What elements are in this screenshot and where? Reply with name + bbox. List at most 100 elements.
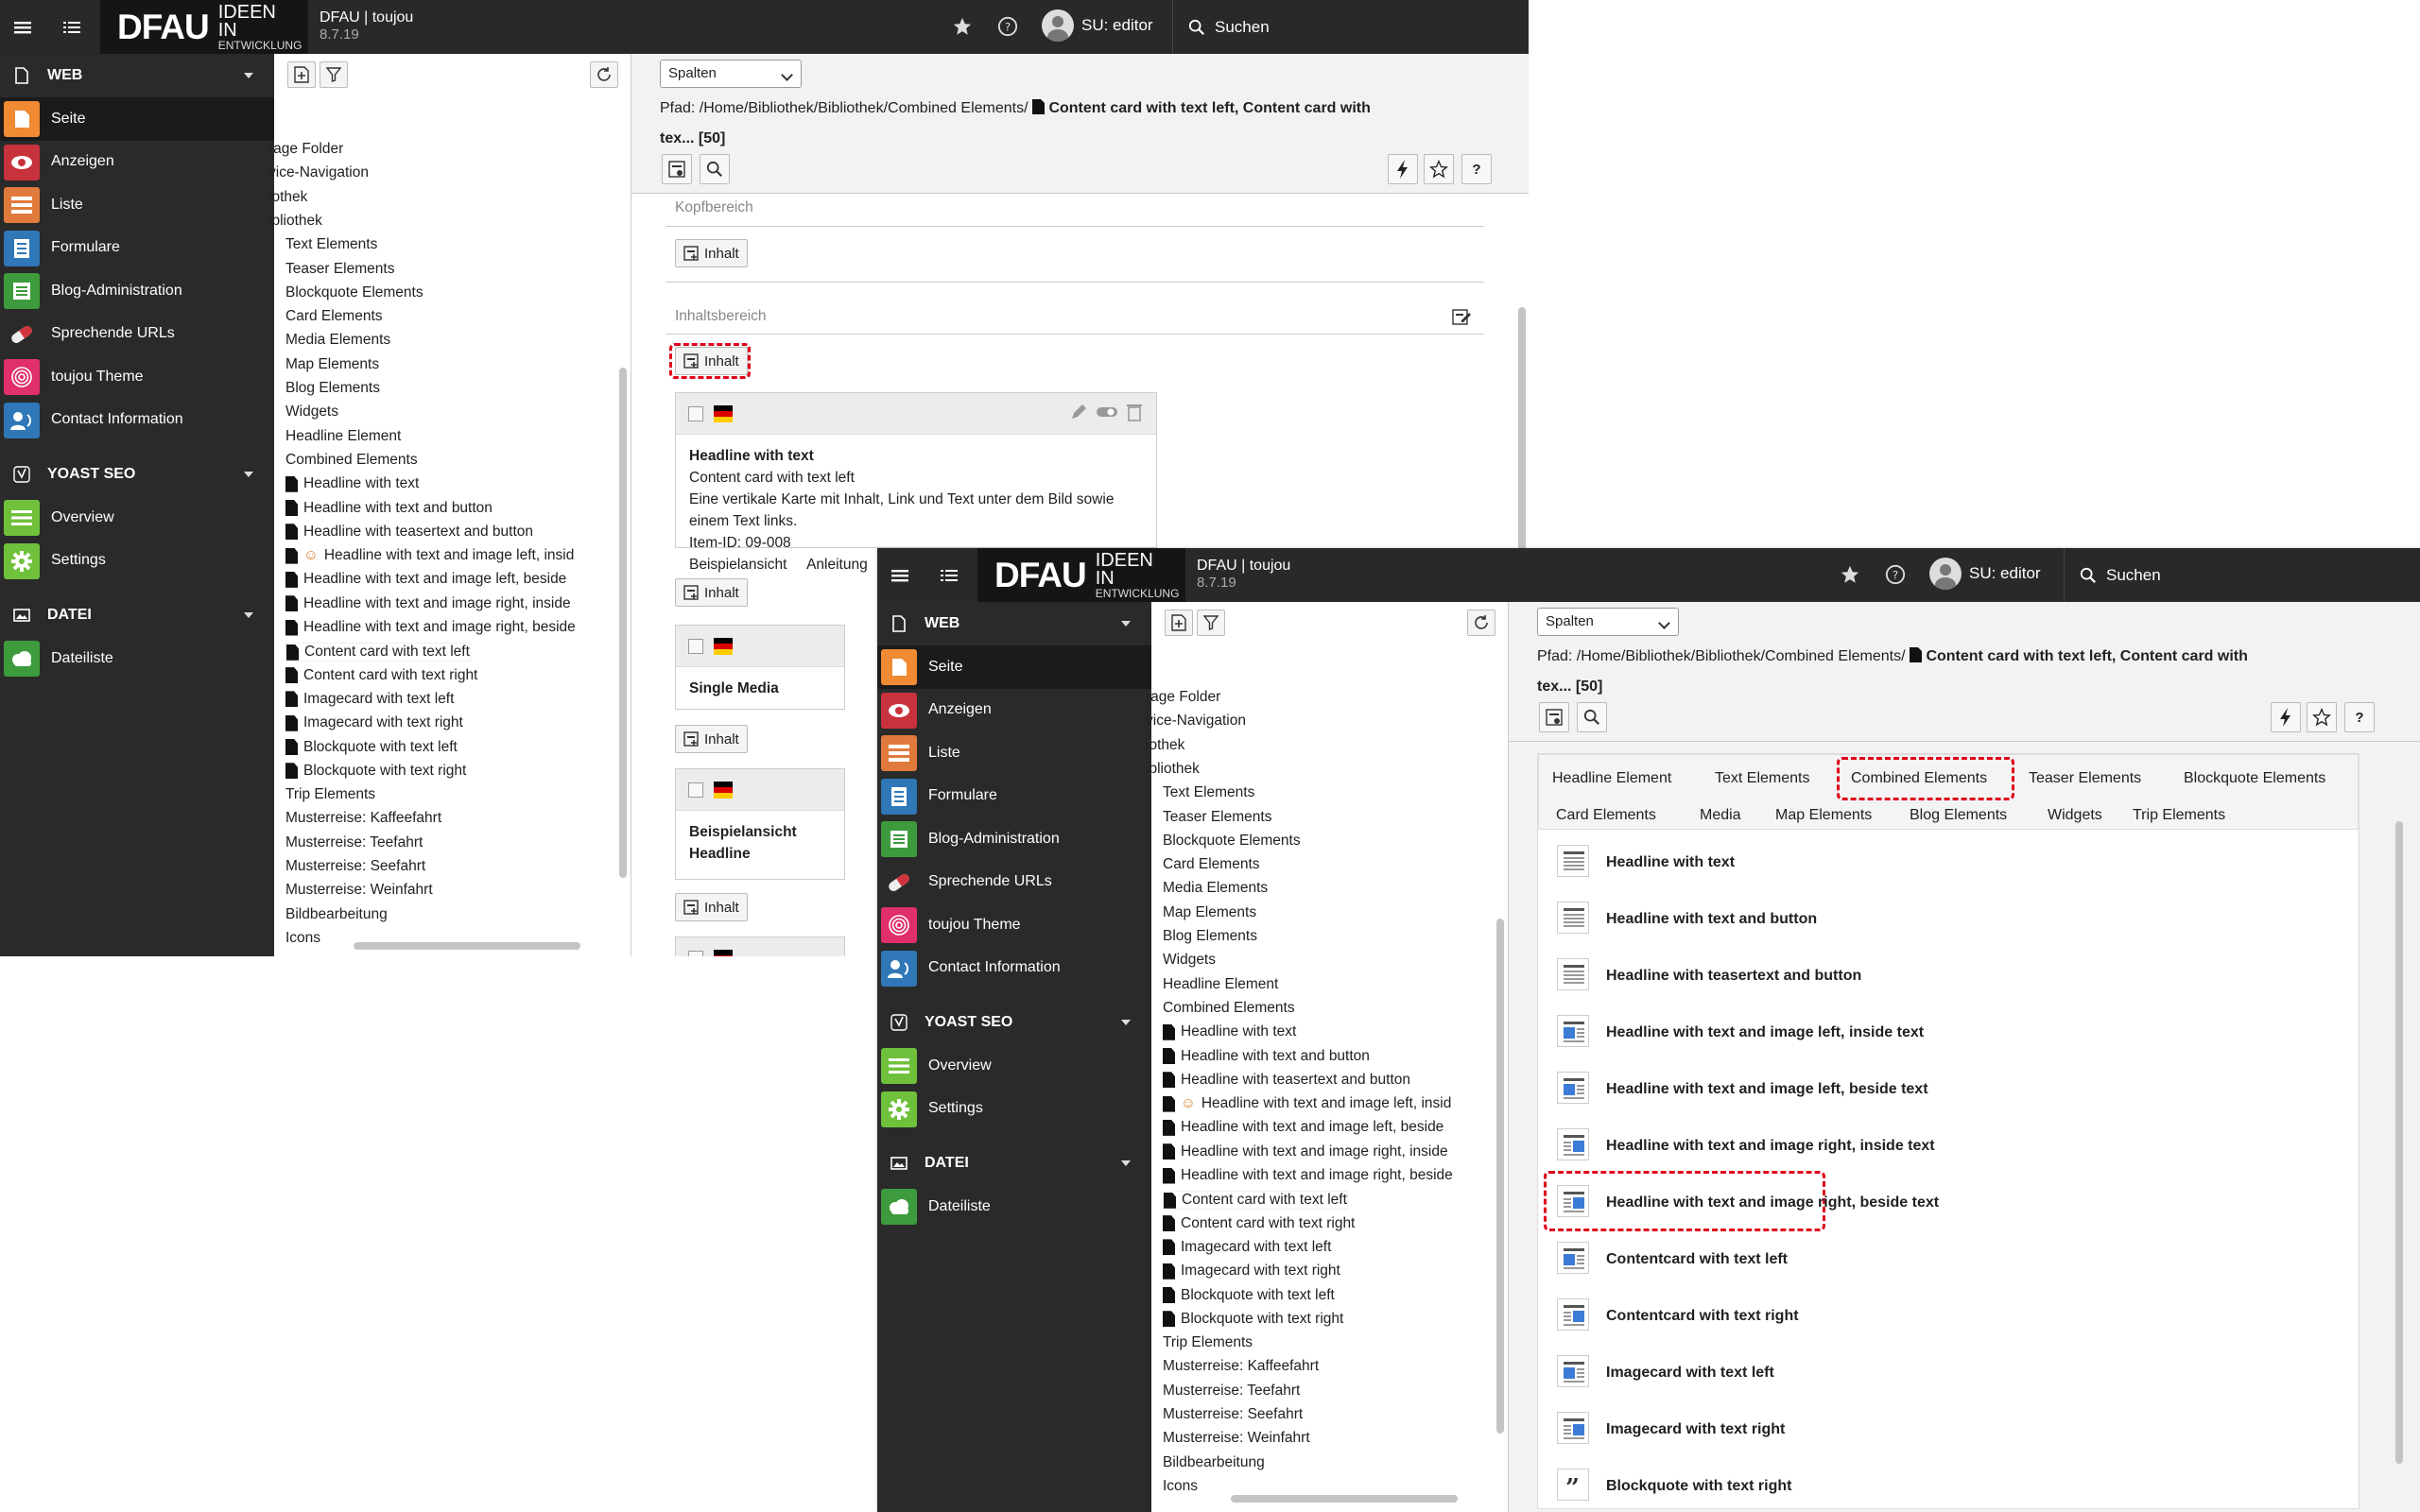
tree-node[interactable]: vice-Navigation — [1146, 713, 1246, 730]
nav-item-formulare[interactable]: Formulare — [877, 775, 1151, 818]
tab-headline-element[interactable]: Headline Element — [1552, 770, 1671, 787]
tab-teaser-elements[interactable]: Teaser Elements — [2029, 770, 2141, 787]
search-toggle[interactable]: Suchen — [1172, 0, 1529, 54]
nav-item-settings[interactable]: Settings — [877, 1088, 1151, 1131]
tab-widgets[interactable]: Widgets — [2048, 807, 2102, 824]
star-button[interactable] — [2307, 702, 2337, 732]
nav-item-overview[interactable]: Overview — [0, 496, 274, 540]
search-button[interactable] — [1577, 702, 1607, 732]
nav-group-datei[interactable]: DATEI — [877, 1142, 1151, 1185]
tree-node[interactable]: Content card with text left — [285, 643, 471, 662]
tab-blog-elements[interactable]: Blog Elements — [1910, 807, 2007, 824]
new-page-button[interactable] — [287, 61, 316, 88]
nav-group-datei[interactable]: DATEI — [0, 593, 274, 637]
nav-group-yoast[interactable]: YOAST SEO — [877, 1001, 1151, 1044]
content-element-card[interactable] — [675, 936, 845, 956]
flash-button[interactable] — [2271, 702, 2301, 732]
tree-node[interactable]: Teaser Elements — [1163, 809, 1271, 826]
help-icon[interactable]: ? — [1883, 562, 1908, 587]
wizard-item[interactable]: Headline with text and button — [1557, 902, 2332, 937]
nav-item-overview[interactable]: Overview — [877, 1044, 1151, 1088]
tree-node[interactable]: Headline with text and button — [285, 500, 493, 517]
nav-item-urls[interactable]: Sprechende URLs — [0, 313, 274, 356]
tree-node[interactable]: Icons — [1163, 1478, 1198, 1495]
nav-item-liste[interactable]: Liste — [0, 183, 274, 227]
tree-node[interactable]: ibliothek — [1146, 761, 1200, 778]
nav-group-web[interactable]: WEB — [0, 54, 274, 97]
menu-toggle-icon[interactable] — [0, 0, 45, 54]
search-toggle[interactable]: Suchen — [2064, 548, 2420, 602]
tab-blockquote-elements[interactable]: Blockquote Elements — [2184, 770, 2325, 787]
logo[interactable]: DFAU IDEEN IN ENTWICKLUNG — [977, 548, 1185, 602]
tree-node[interactable]: Bildbearbeitung — [285, 906, 388, 923]
tree-node[interactable]: Headline with text and image right, besi… — [1163, 1167, 1453, 1184]
bookmark-star-icon[interactable] — [1838, 562, 1862, 587]
tree-node[interactable]: Widgets — [285, 404, 338, 421]
nav-item-contact[interactable]: Contact Information — [0, 399, 274, 442]
nav-item-urls[interactable]: Sprechende URLs — [877, 861, 1151, 904]
user-menu[interactable]: SU: editor — [1929, 558, 2041, 590]
tree-node[interactable]: Musterreise: Seefahrt — [1163, 1406, 1303, 1423]
star-button[interactable] — [1424, 154, 1454, 184]
nav-item-anzeigen[interactable]: Anzeigen — [877, 689, 1151, 732]
edit-zone-icon[interactable] — [1452, 307, 1471, 326]
nav-item-contact[interactable]: Contact Information — [877, 947, 1151, 990]
tab-card-elements[interactable]: Card Elements — [1556, 807, 1656, 824]
tree-scrollbar-v[interactable] — [1496, 919, 1504, 1434]
tab-media[interactable]: Media — [1700, 807, 1741, 824]
tree-node[interactable]: Blog Elements — [285, 380, 380, 397]
wizard-item[interactable]: Headline with text and image right, besi… — [1557, 1185, 2332, 1221]
user-menu[interactable]: SU: editor — [1042, 9, 1153, 42]
wizard-item[interactable]: Headline with text and image left, besid… — [1557, 1072, 2332, 1108]
tree-node[interactable]: iothek — [268, 189, 307, 206]
tree-node[interactable]: Headline with text and button — [1163, 1048, 1370, 1065]
wizard-item[interactable]: Headline with text and image right, insi… — [1557, 1128, 2332, 1164]
wizard-item[interactable]: Contentcard with text right — [1557, 1298, 2332, 1334]
nav-item-seite[interactable]: Seite — [0, 97, 274, 141]
tree-node[interactable]: Media Elements — [285, 332, 390, 349]
tree-node[interactable]: Text Elements — [1163, 784, 1254, 801]
new-content-button-header[interactable]: Inhalt — [675, 239, 748, 267]
tree-node[interactable]: Card Elements — [1163, 856, 1260, 873]
nav-item-theme[interactable]: toujou Theme — [877, 903, 1151, 947]
tree-node[interactable]: ☺ Headline with text and image left, insi… — [1163, 1095, 1451, 1112]
tree-node[interactable]: Headline Element — [285, 428, 401, 445]
content-scrollbar[interactable] — [2395, 821, 2403, 1464]
wizard-item[interactable]: Imagecard with text left — [1557, 1355, 2332, 1391]
tab-text-elements[interactable]: Text Elements — [1715, 770, 1809, 787]
tree-node[interactable]: Widgets — [1163, 952, 1216, 969]
tree-node[interactable]: Headline with text and image right, insi… — [1163, 1143, 1448, 1160]
tree-node[interactable]: rage Folder — [268, 141, 343, 158]
content-element-card[interactable]: Single Media — [675, 625, 845, 710]
tree-node[interactable]: Map Elements — [285, 356, 379, 373]
tree-node[interactable]: Headline Element — [1163, 976, 1278, 993]
list-toggle-icon[interactable] — [49, 0, 95, 54]
bookmark-star-icon[interactable] — [950, 14, 975, 39]
tree-node[interactable]: Headline with text and image right, insi… — [285, 595, 571, 612]
tree-scrollbar-h[interactable] — [354, 942, 580, 950]
tree-node[interactable]: Icons — [285, 930, 320, 947]
tree-node[interactable]: Content card with text left — [1163, 1191, 1348, 1211]
tree-node[interactable]: Map Elements — [1163, 904, 1256, 921]
tree-node[interactable]: Musterreise: Seefahrt — [285, 858, 425, 875]
nav-item-theme[interactable]: toujou Theme — [0, 355, 274, 399]
content-element-card[interactable]: Headline with text Content card with text… — [675, 392, 1157, 573]
nav-item-formulare[interactable]: Formulare — [0, 227, 274, 270]
nav-item-blog[interactable]: Blog-Administration — [877, 817, 1151, 861]
tree-node[interactable]: Content card with text right — [285, 667, 477, 684]
nav-item-seite[interactable]: Seite — [877, 645, 1151, 689]
tree-node[interactable]: Teaser Elements — [285, 261, 394, 278]
tree-node[interactable]: Blockquote with text right — [285, 763, 466, 780]
new-content-button[interactable]: Inhalt — [675, 893, 748, 921]
tree-node[interactable]: Content card with text right — [1163, 1215, 1355, 1232]
nav-group-yoast[interactable]: YOAST SEO — [0, 453, 274, 496]
tree-node[interactable]: Combined Elements — [1163, 1000, 1295, 1017]
nav-item-blog[interactable]: Blog-Administration — [0, 269, 274, 313]
wizard-item[interactable]: Contentcard with text left — [1557, 1242, 2332, 1278]
column-select[interactable]: Spalten — [660, 60, 802, 88]
tree-node[interactable]: Musterreise: Kaffeefahrt — [1163, 1358, 1319, 1375]
tree-scrollbar-v[interactable] — [619, 368, 627, 878]
filter-button[interactable] — [320, 61, 348, 88]
nav-item-settings[interactable]: Settings — [0, 540, 274, 583]
logo[interactable]: DFAU IDEEN IN ENTWICKLUNG — [100, 0, 308, 54]
